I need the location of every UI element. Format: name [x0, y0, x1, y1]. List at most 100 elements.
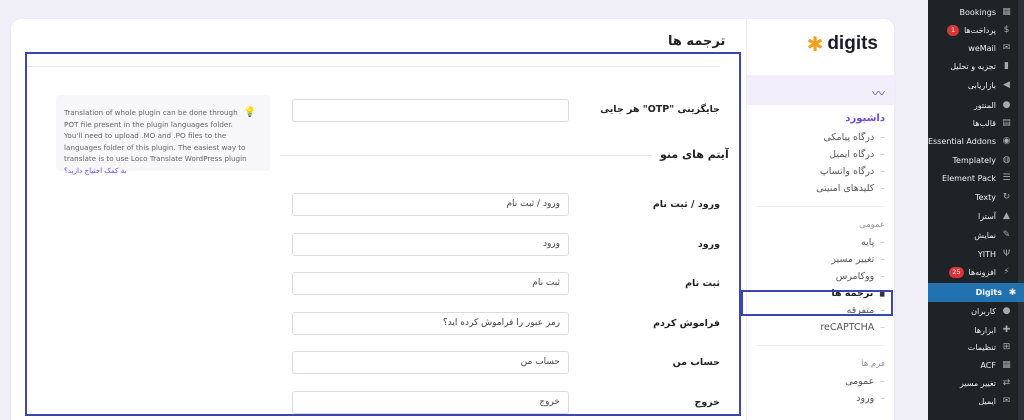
nav-group-forms: فرم ها	[861, 359, 885, 369]
login-register-label: ورود / ثبت نام	[652, 199, 720, 210]
wp-menu-marketing[interactable]: بازاریابی ◀	[928, 76, 1018, 94]
nav-divider	[757, 336, 885, 346]
wp-menu-label: Essential Addons	[928, 136, 997, 146]
wp-menu-label: آسترا	[978, 211, 996, 221]
register-label: ثبت نام	[685, 278, 720, 289]
wp-menu-redirects[interactable]: تغییر مسیر ⇄	[928, 374, 1018, 392]
nav-heading-dashboard[interactable]: داشبورد	[747, 111, 895, 129]
login-label: ورود	[697, 239, 720, 250]
ea-icon: ◉	[1002, 136, 1011, 146]
my-account-label: حساب من	[672, 357, 720, 368]
wp-menu-yith[interactable]: YITH Ψ	[928, 245, 1018, 263]
tip-text: Translation of whole plugin can be done …	[64, 108, 247, 163]
megaphone-icon: ◀	[1003, 80, 1010, 90]
chart-icon: ▮	[1004, 61, 1009, 71]
digits-settings-nav: ✱ digits 〰 داشبورد درگاه پیامکی درگاه ای…	[746, 19, 895, 420]
login-register-input[interactable]: ورود / ثبت نام	[292, 193, 569, 216]
templately-icon: ◍	[1002, 155, 1011, 165]
help-link[interactable]: به کمک احتیاج دارید؟	[64, 166, 127, 175]
settings-icon: ⊞	[1002, 342, 1011, 352]
wp-menu-texty[interactable]: Texty ↻	[928, 188, 1018, 206]
redirect-icon: ⇄	[1002, 378, 1011, 388]
wp-menu-label: المنتور	[973, 100, 996, 110]
wp-menu-label: Element Pack	[941, 173, 996, 183]
brush-icon: ✎	[1002, 230, 1011, 240]
forgot-password-input[interactable]: رمز عبور را فراموش کرده اید؟	[292, 312, 569, 335]
email-icon: ✉	[1002, 396, 1011, 406]
lightbulb-icon: 💡	[243, 107, 256, 118]
nav-item-forms-general[interactable]: عمومی	[747, 373, 895, 390]
wp-menu-label: تنظیمات	[967, 342, 996, 352]
otp-replace-label: جایگزینی "OTP" هر جایی	[600, 104, 720, 115]
wp-menu-digits[interactable]: Digits ✱	[928, 283, 1024, 302]
wp-menu-label: ابزارها	[974, 325, 996, 335]
wp-menu-tools[interactable]: ابزارها ✚	[928, 321, 1018, 339]
logout-input[interactable]: خروج	[292, 391, 569, 414]
sidebar-scrollbar[interactable]	[1018, 0, 1024, 420]
users-icon: ●	[1002, 306, 1011, 316]
wp-menu-label: نمایش	[974, 230, 996, 240]
nav-group-general: عمومی	[858, 220, 885, 230]
wp-menu-templately[interactable]: Templately ◍	[928, 151, 1018, 169]
wp-menu-label: YITH	[977, 249, 996, 259]
nav-item-recaptcha[interactable]: reCAPTCHA	[747, 319, 895, 336]
nav-item-redirect[interactable]: تغییر مسیر	[747, 251, 895, 268]
wp-menu-payments[interactable]: 1 پرداخت‌ها $	[928, 21, 1018, 39]
wp-menu-email[interactable]: ایمیل ✉	[928, 392, 1018, 410]
page-background: ✱ digits 〰 داشبورد درگاه پیامکی درگاه ای…	[0, 0, 928, 420]
wp-menu-appearance[interactable]: نمایش ✎	[928, 226, 1018, 244]
menu-items-title: آیتم های منو	[660, 148, 729, 161]
wp-menu-acf[interactable]: ACF ▦	[928, 356, 1018, 374]
wp-menu-label: Digits	[975, 288, 1002, 297]
wp-menu-plugins[interactable]: 25 افزونه‌ها ⚡	[928, 263, 1018, 281]
digits-nav-list: داشبورد درگاه پیامکی درگاه ایمیل درگاه و…	[747, 111, 895, 407]
digits-star-icon: ✱	[1008, 287, 1017, 298]
otp-replace-input[interactable]	[292, 99, 569, 122]
wp-menu-elementor[interactable]: المنتور ●	[928, 96, 1018, 114]
activity-icon: 〰	[871, 87, 885, 102]
nav-item-basic[interactable]: پایه	[747, 234, 895, 251]
wp-menu-label: پرداخت‌ها	[964, 25, 996, 35]
templates-icon: ▤	[1002, 118, 1011, 128]
login-input[interactable]: ورود	[292, 233, 569, 256]
mail-icon: ✉	[1002, 43, 1011, 53]
page-title: ترجمه ها	[668, 34, 726, 49]
nav-item-forms-login[interactable]: ورود	[747, 390, 895, 407]
wp-menu-element-pack[interactable]: Element Pack ☰	[928, 169, 1018, 187]
activity-tab[interactable]: 〰	[747, 75, 895, 105]
wp-menu-label: کاربران	[971, 306, 996, 316]
notification-badge: 25	[949, 266, 964, 278]
nav-item-sms-gateway[interactable]: درگاه پیامکی	[747, 129, 895, 146]
wp-menu-templates[interactable]: قالب‌ها ▤	[928, 114, 1018, 132]
nav-item-woocommerce[interactable]: ووکامرس	[747, 268, 895, 285]
digits-logo[interactable]: ✱ digits	[807, 33, 878, 55]
wp-menu-label: تغییر مسیر	[959, 378, 996, 388]
nav-item-misc[interactable]: متفرقه	[747, 302, 895, 319]
yith-icon: Ψ	[1002, 249, 1011, 259]
texty-icon: ↻	[1002, 192, 1011, 202]
my-account-input[interactable]: حساب من	[292, 351, 569, 374]
notification-badge: 1	[947, 24, 960, 36]
digits-logo-text: digits	[827, 33, 878, 54]
wp-menu-essential-addons[interactable]: Essential Addons ◉	[928, 132, 1018, 150]
nav-divider	[757, 197, 885, 207]
nav-item-translations[interactable]: ترجمه ها	[747, 285, 895, 302]
wp-menu-bookings[interactable]: Bookings ▦	[928, 3, 1018, 21]
wp-menu-settings[interactable]: تنظیمات ⊞	[928, 338, 1018, 356]
register-input[interactable]: ثبت نام	[292, 272, 569, 295]
wp-menu-label: weMail	[968, 43, 996, 53]
wp-menu-label: قالب‌ها	[972, 118, 996, 128]
wp-menu-analytics[interactable]: تجزیه و تحلیل ▮	[928, 57, 1018, 75]
nav-item-email-gateway[interactable]: درگاه ایمیل	[747, 146, 895, 163]
wp-menu-label: بازاریابی	[967, 80, 996, 90]
wp-menu-wemail[interactable]: weMail ✉	[928, 39, 1018, 57]
nav-item-security-keys[interactable]: کلیدهای امنیتی	[747, 180, 895, 197]
element-pack-icon: ☰	[1002, 173, 1011, 183]
wp-menu-astra[interactable]: آسترا ▲	[928, 207, 1018, 225]
astra-icon: ▲	[1003, 211, 1010, 221]
wp-menu-users[interactable]: کاربران ●	[928, 302, 1018, 320]
wp-menu-label: Texty	[975, 192, 996, 202]
elementor-icon: ●	[1002, 100, 1011, 110]
calendar-icon: ▦	[1002, 7, 1011, 17]
nav-item-whatsapp-gateway[interactable]: درگاه واتساپ	[747, 163, 895, 180]
